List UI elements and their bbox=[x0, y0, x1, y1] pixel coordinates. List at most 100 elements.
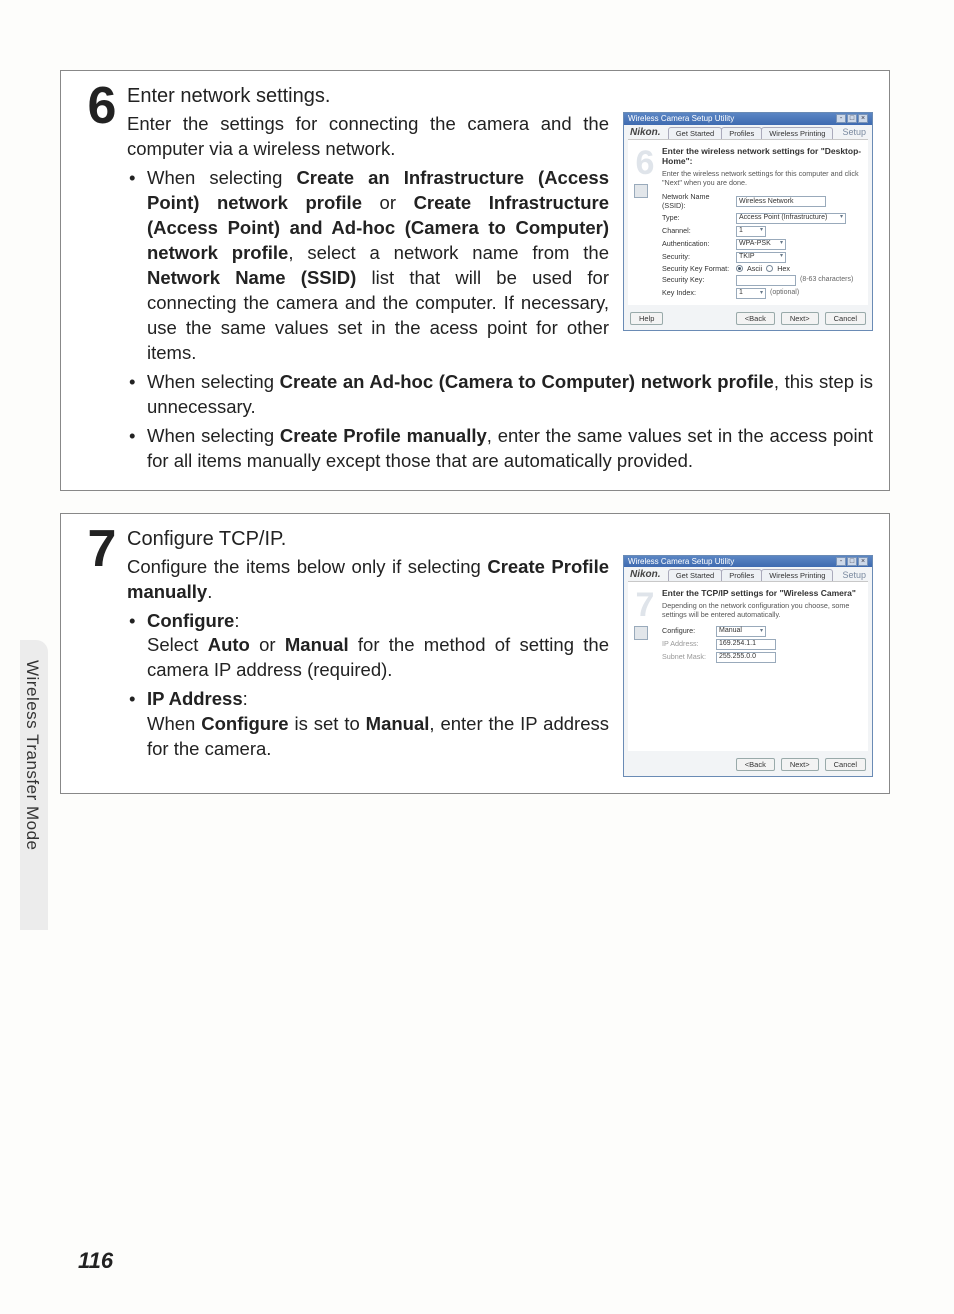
step-6-bullet-1: • When selecting Create an Infrastructur… bbox=[127, 166, 609, 366]
bold-text: Manual bbox=[366, 713, 430, 734]
note-optional: (optional) bbox=[770, 289, 799, 297]
cancel-button[interactable]: Cancel bbox=[825, 758, 866, 771]
back-button[interactable]: <Back bbox=[736, 312, 775, 325]
label-ssid: Network Name (SSID): bbox=[662, 193, 732, 210]
screenshot-step-6: Wireless Camera Setup Utility - □ × Niko… bbox=[623, 112, 873, 331]
bullet-icon: • bbox=[127, 687, 147, 712]
window-titlebar: Wireless Camera Setup Utility - □ × bbox=[624, 113, 872, 125]
step-7-bullet-configure: • Configure: Select Auto or Manual for t… bbox=[127, 609, 609, 684]
tab-wireless-printing[interactable]: Wireless Printing bbox=[761, 569, 833, 581]
window-title: Wireless Camera Setup Utility bbox=[628, 557, 734, 567]
step-6-number: 6 bbox=[77, 83, 127, 130]
select-type[interactable]: Access Point (Infrastructure) bbox=[736, 213, 846, 224]
input-subnet-mask[interactable]: 255.255.0.0 bbox=[716, 652, 776, 663]
page-number: 116 bbox=[78, 1248, 113, 1274]
input-ssid[interactable]: Wireless Network bbox=[736, 196, 826, 207]
window-titlebar: Wireless Camera Setup Utility - □ × bbox=[624, 556, 872, 568]
label-ip-address: IP Address: bbox=[662, 640, 712, 649]
tab-profiles[interactable]: Profiles bbox=[721, 569, 762, 581]
label-configure: Configure: bbox=[662, 627, 712, 636]
text: When bbox=[147, 713, 201, 734]
window-title: Wireless Camera Setup Utility bbox=[628, 114, 734, 124]
screenshot-step-7: Wireless Camera Setup Utility - □ × Niko… bbox=[623, 555, 873, 778]
tab-wireless-printing[interactable]: Wireless Printing bbox=[761, 127, 833, 139]
brand-logo: Nikon. bbox=[630, 127, 661, 139]
label-subnet-mask: Subnet Mask: bbox=[662, 653, 712, 662]
setup-icon: Setup bbox=[842, 127, 866, 138]
bold-text: Create an Ad-hoc (Camera to Computer) ne… bbox=[280, 371, 774, 392]
text: Configure the items below only if select… bbox=[127, 556, 487, 577]
select-key-index[interactable]: 1 bbox=[736, 288, 766, 299]
dialog-heading: Enter the wireless network settings for … bbox=[662, 146, 862, 166]
minimize-icon[interactable]: - bbox=[836, 114, 846, 123]
dialog-subtext: Depending on the network configuration y… bbox=[662, 602, 862, 619]
computer-icon bbox=[634, 626, 648, 640]
wizard-step-number: 6 bbox=[634, 146, 656, 180]
close-icon[interactable]: × bbox=[858, 114, 868, 123]
computer-icon bbox=[634, 184, 648, 198]
radio-ascii[interactable] bbox=[736, 265, 743, 272]
setup-icon: Setup bbox=[842, 570, 866, 581]
label-key-format: Security Key Format: bbox=[662, 265, 732, 274]
step-6-box: 6 Enter network settings. Enter the sett… bbox=[60, 70, 890, 491]
close-icon[interactable]: × bbox=[858, 557, 868, 566]
help-button[interactable]: Help bbox=[630, 312, 663, 325]
step-7-intro: Configure the items below only if select… bbox=[127, 555, 609, 605]
bold-label: IP Address bbox=[147, 688, 243, 709]
radio-ascii-label: Ascii bbox=[747, 265, 762, 274]
text: or bbox=[250, 634, 285, 655]
dialog-subtext: Enter the wireless network settings for … bbox=[662, 170, 862, 187]
radio-hex[interactable] bbox=[766, 265, 773, 272]
input-ip-address[interactable]: 169.254.1.1 bbox=[716, 639, 776, 650]
step-7-title: Configure TCP/IP. bbox=[127, 526, 873, 553]
label-security: Security: bbox=[662, 253, 732, 262]
select-auth[interactable]: WPA-PSK bbox=[736, 239, 786, 250]
note-key-chars: (8-63 characters) bbox=[800, 276, 853, 284]
tab-get-started[interactable]: Get Started bbox=[668, 127, 722, 139]
bullet-icon: • bbox=[127, 609, 147, 634]
bullet-icon: • bbox=[127, 424, 147, 449]
label-channel: Channel: bbox=[662, 227, 732, 236]
step-6-bullet-3: • When selecting Create Profile manually… bbox=[127, 424, 873, 474]
input-security-key[interactable] bbox=[736, 275, 796, 286]
bold-text: Configure bbox=[201, 713, 288, 734]
bold-label: Configure bbox=[147, 610, 234, 631]
bold-text: Auto bbox=[208, 634, 250, 655]
back-button[interactable]: <Back bbox=[736, 758, 775, 771]
text: is set to bbox=[289, 713, 366, 734]
select-configure[interactable]: Manual bbox=[716, 626, 766, 637]
step-7-bullet-ip: • IP Address: When Configure is set to M… bbox=[127, 687, 609, 762]
text: When selecting bbox=[147, 167, 296, 188]
text: or bbox=[362, 192, 414, 213]
page-content: 6 Enter network settings. Enter the sett… bbox=[60, 70, 890, 816]
label-key-index: Key Index: bbox=[662, 289, 732, 298]
bold-text: Manual bbox=[285, 634, 349, 655]
step-6-intro: Enter the settings for connecting the ca… bbox=[127, 112, 609, 162]
next-button[interactable]: Next> bbox=[781, 312, 819, 325]
step-6-title: Enter network settings. bbox=[127, 83, 873, 110]
side-tab-label: Wireless Transfer Mode bbox=[22, 660, 42, 851]
minimize-icon[interactable]: - bbox=[836, 557, 846, 566]
next-button[interactable]: Next> bbox=[781, 758, 819, 771]
bold-text: Create Profile manually bbox=[280, 425, 487, 446]
bold-text: Network Name (SSID) bbox=[147, 267, 356, 288]
maximize-icon[interactable]: □ bbox=[847, 114, 857, 123]
wizard-step-number: 7 bbox=[634, 588, 656, 622]
select-channel[interactable]: 1 bbox=[736, 226, 766, 237]
maximize-icon[interactable]: □ bbox=[847, 557, 857, 566]
select-security[interactable]: TKIP bbox=[736, 252, 786, 263]
text: . bbox=[207, 581, 212, 602]
text: Select bbox=[147, 634, 208, 655]
text: When selecting bbox=[147, 425, 280, 446]
tab-profiles[interactable]: Profiles bbox=[721, 127, 762, 139]
dialog-heading: Enter the TCP/IP settings for "Wireless … bbox=[662, 588, 862, 598]
label-type: Type: bbox=[662, 214, 732, 223]
step-7-number: 7 bbox=[77, 526, 127, 573]
radio-hex-label: Hex bbox=[777, 265, 790, 274]
label-auth: Authentication: bbox=[662, 240, 732, 249]
brand-logo: Nikon. bbox=[630, 569, 661, 581]
step-7-box: 7 Configure TCP/IP. Configure the items … bbox=[60, 513, 890, 795]
cancel-button[interactable]: Cancel bbox=[825, 312, 866, 325]
text: , select a network name from the bbox=[288, 242, 609, 263]
tab-get-started[interactable]: Get Started bbox=[668, 569, 722, 581]
